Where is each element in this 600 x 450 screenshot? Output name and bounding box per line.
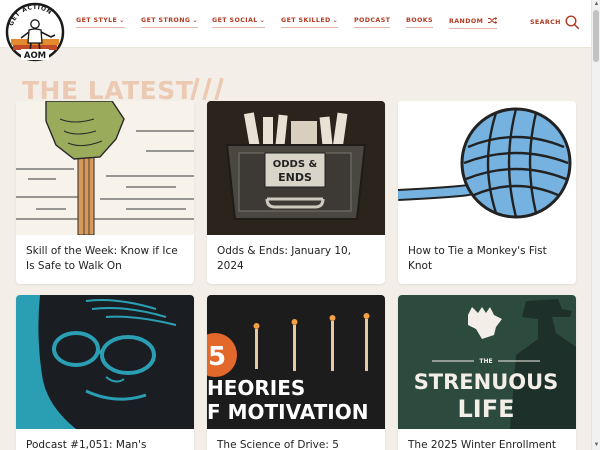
svg-text:5: 5 — [208, 342, 226, 372]
aom-logo-icon: GET ACTION AOM — [5, 2, 65, 62]
article-card[interactable]: ODDS & ENDS Odds & Ends: January 10, 202… — [207, 101, 385, 284]
article-card[interactable]: How to Tie a Monkey's Fist Knot — [398, 101, 576, 284]
nav-label: PODCAST — [354, 17, 391, 24]
page-scrollbar[interactable]: ▲ ▼ — [591, 0, 600, 450]
nav-get-strong[interactable]: GET STRONG ⌄ — [141, 17, 198, 28]
title-line: Odds & Ends: January 10, 2024 — [217, 245, 352, 272]
svg-text:ODDS &: ODDS & — [273, 159, 318, 170]
nav-label: BOOKS — [406, 17, 433, 24]
svg-text:THE: THE — [479, 358, 492, 365]
title-line: The Science of Drive: 5 — [217, 439, 339, 450]
slash-decoration-icon — [190, 78, 224, 100]
article-title[interactable]: The Science of Drive: 5 — [207, 429, 385, 450]
nav-get-style[interactable]: GET STYLE ⌄ — [76, 17, 125, 28]
chevron-down-icon: ⌄ — [332, 17, 339, 24]
article-image — [16, 295, 194, 429]
scroll-up-arrow-icon[interactable]: ▲ — [593, 0, 600, 9]
search-label: SEARCH — [530, 19, 561, 26]
nav-label: GET SOCIAL — [212, 17, 258, 24]
article-card[interactable]: Podcast #1,051: Man's Search — [16, 295, 194, 450]
nav-books[interactable]: BOOKS — [406, 17, 433, 28]
chevron-down-icon: ⌄ — [192, 17, 198, 24]
title-line: Skill of the Week: Know if Ice — [26, 245, 178, 257]
title-line: Knot — [408, 260, 433, 272]
chevron-down-icon: ⌄ — [259, 17, 266, 24]
scroll-down-arrow-icon[interactable]: ▼ — [593, 441, 600, 450]
article-image: THE STRENUOUS LIFE — [398, 295, 576, 429]
title-line: Is Safe to Walk On — [26, 260, 122, 272]
svg-text:HEORIES: HEORIES — [207, 376, 305, 400]
svg-text:LIFE: LIFE — [457, 395, 514, 423]
nav-label: RANDOM — [449, 18, 484, 25]
svg-text:F MOTIVATION: F MOTIVATION — [207, 400, 368, 424]
svg-text:ENDS: ENDS — [278, 171, 312, 184]
nav-random[interactable]: RANDOM — [449, 17, 498, 29]
article-image: 5 HEORIES F MOTIVATION — [207, 295, 385, 429]
article-image — [398, 101, 576, 235]
search-button[interactable]: SEARCH — [530, 15, 580, 30]
article-image: ODDS & ENDS — [207, 101, 385, 235]
article-title[interactable]: Skill of the Week: Know if Ice Is Safe t… — [16, 235, 194, 274]
site-logo[interactable]: GET ACTION AOM — [3, 1, 73, 63]
article-title[interactable]: How to Tie a Monkey's Fist Knot — [398, 235, 576, 274]
nav-label: GET STRONG — [141, 17, 191, 24]
article-image — [16, 101, 194, 235]
title-line: Podcast #1,051: Man's Search — [26, 439, 147, 450]
nav-label: GET STYLE — [76, 17, 118, 24]
article-title[interactable]: Podcast #1,051: Man's Search — [16, 429, 194, 450]
svg-text:AOM: AOM — [24, 51, 46, 61]
title-line: How to Tie a Monkey's Fist — [408, 245, 547, 257]
nav-label: GET SKILLED — [281, 17, 331, 24]
nav-get-skilled[interactable]: GET SKILLED ⌄ — [281, 17, 339, 28]
chevron-down-icon: ⌄ — [119, 17, 125, 24]
article-card[interactable]: Skill of the Week: Know if Ice Is Safe t… — [16, 101, 194, 284]
article-title[interactable]: Odds & Ends: January 10, 2024 — [207, 235, 385, 274]
site-header: GET STYLE ⌄ GET STRONG ⌄ GET SOCIAL ⌄ GET S… — [0, 0, 591, 62]
scroll-thumb[interactable] — [593, 10, 599, 62]
svg-text:STRENUOUS: STRENUOUS — [414, 370, 559, 394]
search-icon — [565, 15, 580, 30]
title-line: The 2025 Winter Enrollment of — [408, 439, 556, 450]
article-card[interactable]: THE STRENUOUS LIFE The 2025 Winter Enrol… — [398, 295, 576, 450]
article-card[interactable]: 5 HEORIES F MOTIVATION The Science of Dr… — [207, 295, 385, 450]
article-title[interactable]: The 2025 Winter Enrollment of — [398, 429, 576, 450]
nav-get-social[interactable]: GET SOCIAL ⌄ — [212, 17, 266, 28]
nav-podcast[interactable]: PODCAST — [354, 17, 391, 28]
shuffle-icon — [487, 17, 498, 24]
